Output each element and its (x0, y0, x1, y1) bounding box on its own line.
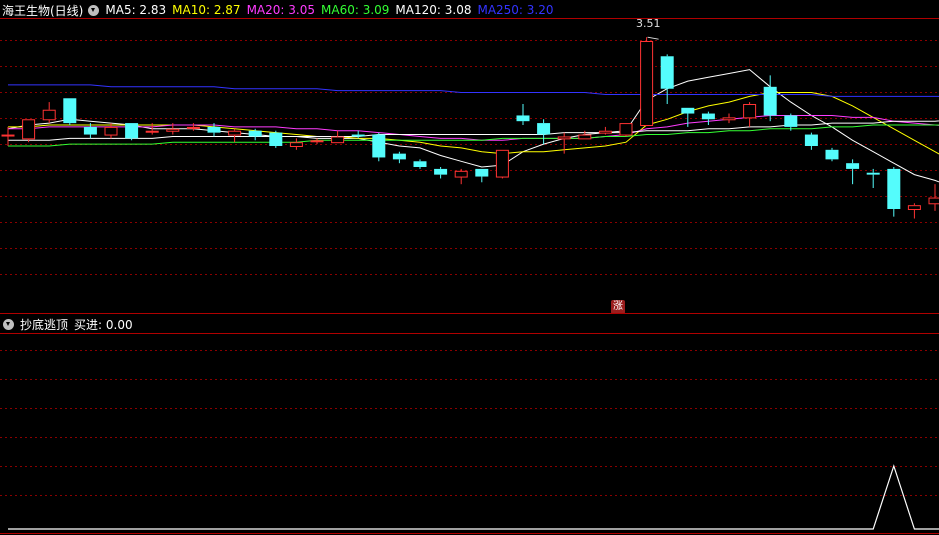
candle-body (1, 134, 15, 137)
candle-body (475, 168, 489, 177)
candle-body (619, 123, 633, 136)
candle-body (125, 123, 139, 139)
candle-body (784, 115, 798, 127)
candle-body (598, 130, 612, 134)
candle-body (887, 168, 901, 209)
candle-body (104, 126, 118, 136)
candle-body (660, 56, 674, 89)
candle-body (248, 130, 262, 137)
candle-body (495, 149, 509, 178)
candle-body (269, 132, 283, 146)
peak-marker (647, 36, 659, 40)
candle-body (763, 86, 777, 116)
candle-body (83, 126, 97, 135)
kline-chart[interactable] (0, 0, 939, 535)
candle-body (331, 136, 345, 144)
candle-body (186, 126, 200, 129)
candle-body (372, 134, 386, 158)
candle-body (825, 149, 839, 160)
candle-body (557, 136, 571, 140)
candle-body (722, 117, 736, 121)
candle-body (63, 98, 77, 124)
indicator-line (8, 464, 939, 530)
candle-body (454, 170, 468, 178)
candle-body (42, 109, 56, 121)
candle-body (804, 134, 818, 146)
candle-body (701, 113, 715, 120)
candle-body (866, 172, 880, 175)
ma-line-ma120 (8, 120, 939, 141)
candle-body (310, 140, 324, 143)
candle-body (166, 128, 180, 132)
candle-body (928, 197, 939, 205)
candle-body (537, 123, 551, 135)
candle-body (392, 153, 406, 160)
candle-body (681, 107, 695, 114)
candle-body (846, 163, 860, 169)
candle-body (413, 161, 427, 167)
candle-body (516, 115, 530, 122)
candle-body (743, 104, 757, 119)
ma-line-ma250 (8, 84, 939, 97)
candle-body (207, 126, 221, 133)
candle-body (578, 134, 592, 140)
candle-body (22, 119, 36, 140)
candle-body (907, 205, 921, 211)
candle-body (228, 130, 242, 136)
candle-body (351, 134, 365, 137)
candle-body (145, 130, 159, 133)
candle-body (640, 41, 654, 126)
candle-body (434, 168, 448, 175)
candle-body (289, 142, 303, 148)
